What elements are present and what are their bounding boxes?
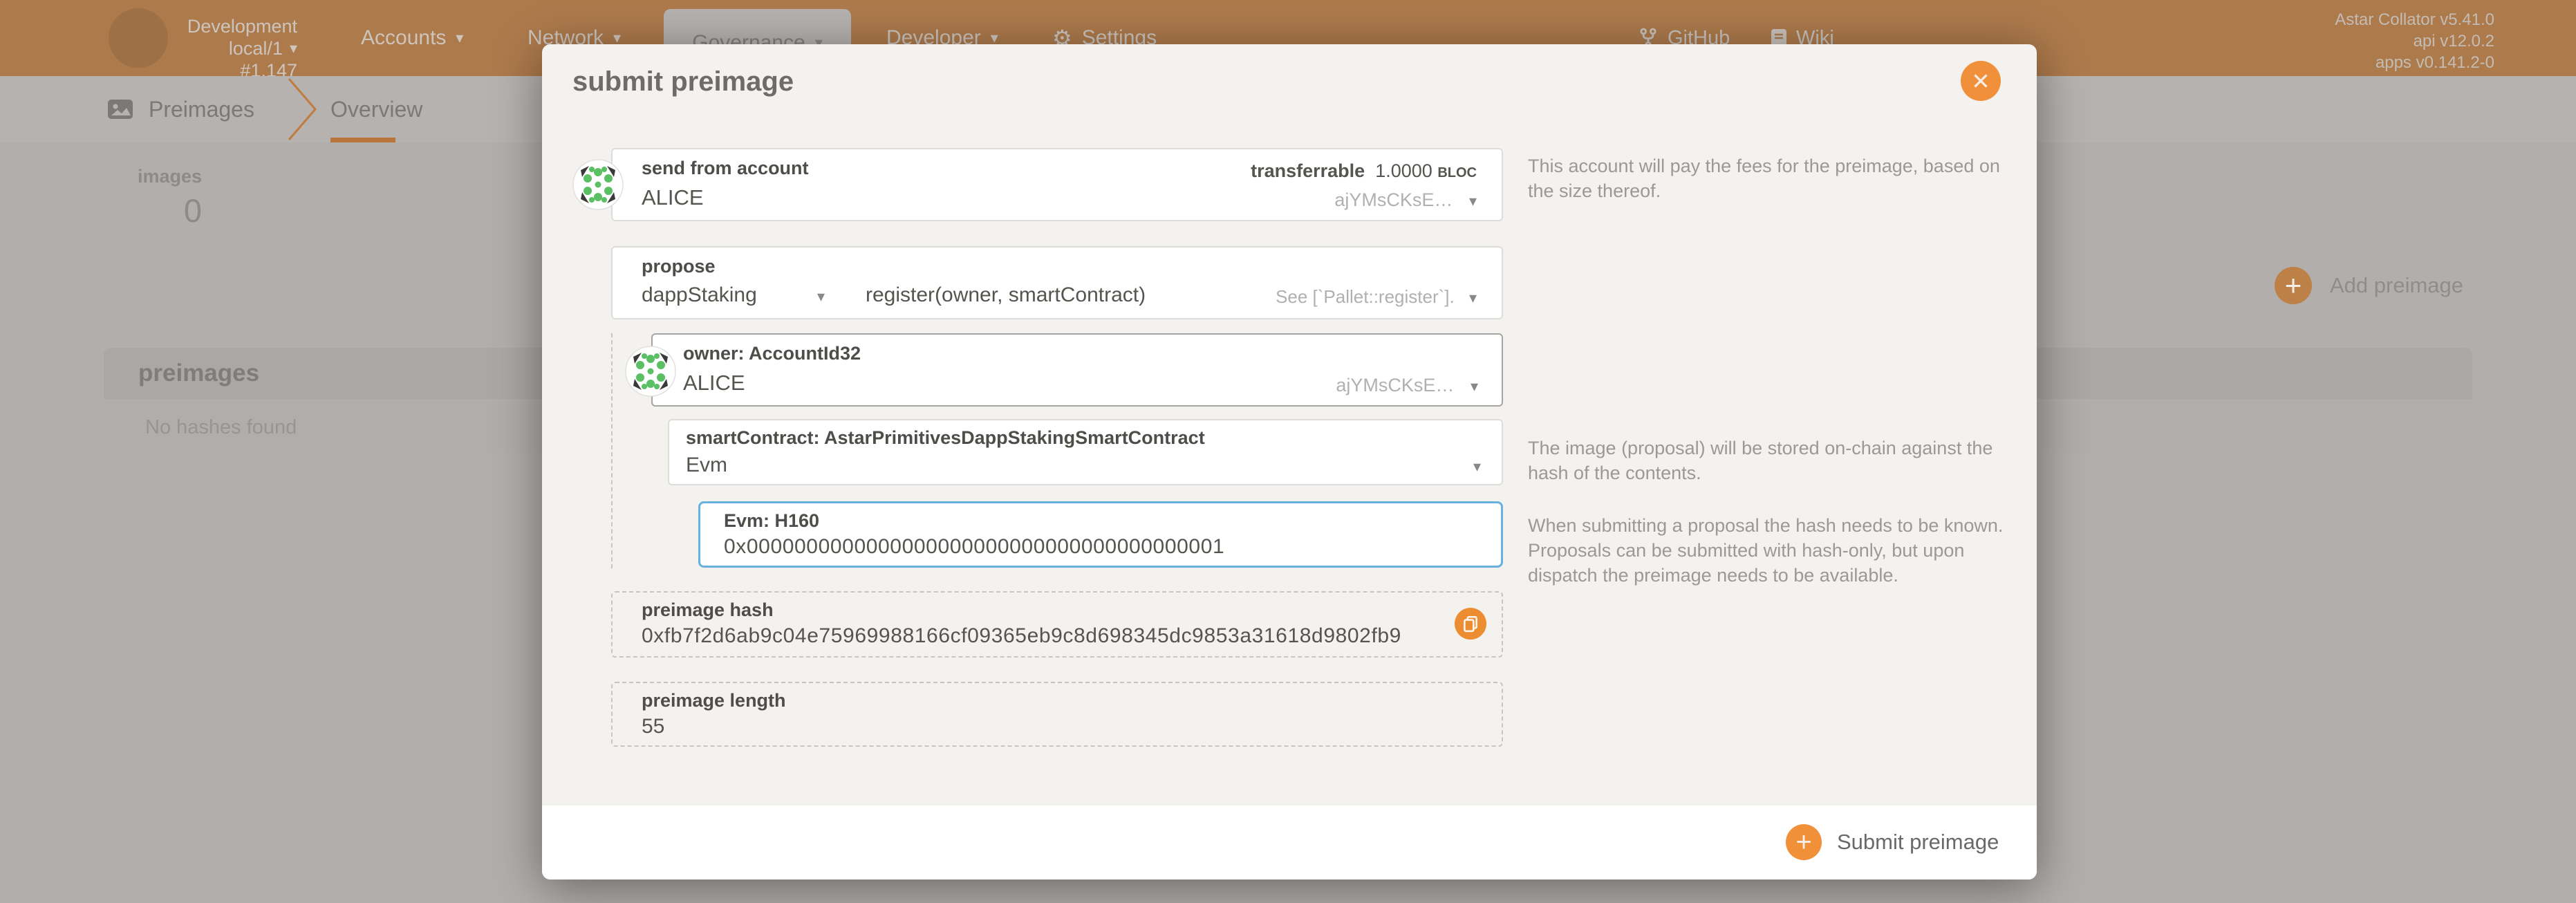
breadcrumb: Preimages — [107, 76, 254, 142]
help-fees: This account will pay the fees for the p… — [1528, 153, 2012, 203]
evm-label: Evm: H160 — [724, 510, 819, 532]
copy-hash-button[interactable] — [1455, 608, 1486, 640]
evm-h160-input[interactable]: Evm: H160 0x0000000000000000000000000000… — [698, 501, 1503, 568]
preimages-table-title: preimages — [138, 360, 259, 387]
images-summary-value: 0 — [184, 192, 202, 230]
modal-footer: + Submit preimage — [542, 806, 2037, 879]
smart-contract-value: Evm — [686, 454, 727, 477]
owner-label: owner: AccountId32 — [683, 343, 861, 364]
images-summary-label: images — [138, 166, 202, 187]
preimage-length-field: preimage length 55 — [611, 682, 1503, 747]
chain-name: Development — [187, 15, 297, 37]
breadcrumb-section-label: Preimages — [149, 97, 254, 122]
empty-text: No hashes found — [145, 416, 297, 439]
collator-version: Astar Collator v5.41.0 — [2335, 9, 2494, 30]
app-root: Development local/1 ▾ #1,147 Accounts ▾ … — [0, 0, 2576, 903]
balance-value: 1.0000 — [1375, 160, 1432, 181]
preimage-hash-value: 0xfb7f2d6ab9c04e75969988166cf09365eb9c8d… — [642, 624, 1401, 648]
send-from-account-select[interactable]: send from account ALICE transferrable 1.… — [611, 148, 1503, 221]
close-icon: ✕ — [1971, 68, 1990, 95]
preimage-length-label: preimage length — [642, 690, 786, 711]
modal-title: submit preimage — [572, 66, 794, 97]
version-info: Astar Collator v5.41.0 api v12.0.2 apps … — [2335, 9, 2494, 73]
chevron-down-icon: ▾ — [1471, 378, 1478, 395]
submit-preimage-modal: submit preimage ✕ send from account ALIC… — [542, 44, 2037, 879]
nav-accounts-label: Accounts — [361, 26, 446, 50]
pallet-select-value: dappStaking — [642, 283, 757, 307]
account-address: ajYMsCKsE… ▾ — [1334, 189, 1477, 211]
owner-identicon — [625, 346, 676, 397]
preimage-hash-field: preimage hash 0xfb7f2d6ab9c04e7596998816… — [611, 591, 1503, 658]
chevron-down-icon: ▾ — [290, 37, 297, 59]
breadcrumb-separator — [286, 77, 319, 141]
chevron-down-icon: ▾ — [1469, 192, 1477, 210]
smart-contract-label: smartContract: AstarPrimitivesDappStakin… — [686, 427, 1205, 449]
propose-extrinsic-select[interactable]: propose dappStaking ▾ register(owner, sm… — [611, 246, 1503, 319]
submit-preimage-label: Submit preimage — [1837, 830, 1999, 855]
add-preimage-button[interactable]: + Add preimage — [2275, 267, 2463, 304]
params-group-edge — [611, 333, 613, 568]
help-stored: The image (proposal) will be stored on-c… — [1528, 436, 2012, 485]
account-address-text: ajYMsCKsE… — [1334, 189, 1453, 210]
owner-account-select[interactable]: owner: AccountId32 ALICE ajYMsCKsE… ▾ — [651, 333, 1503, 407]
balance-label: transferrable — [1251, 160, 1365, 181]
preimage-length-value: 55 — [642, 715, 664, 738]
node-name: local/1 — [229, 37, 283, 59]
send-from-account-label: send from account — [642, 158, 809, 179]
preimages-icon — [107, 98, 133, 120]
method-hint: See [`Pallet::register`]. ▾ — [1276, 286, 1477, 308]
evm-value: 0x00000000000000000000000000000000000000… — [724, 535, 1224, 559]
add-preimage-label: Add preimage — [2330, 273, 2463, 298]
account-identicon — [572, 159, 624, 210]
balance-info: transferrable 1.0000 BLOC — [1251, 160, 1477, 182]
chevron-down-icon: ▾ — [817, 288, 825, 306]
plus-icon: + — [1786, 824, 1822, 860]
help-known: When submitting a proposal the hash need… — [1528, 513, 2012, 588]
propose-label: propose — [642, 256, 716, 277]
method-select-value: register(owner, smartContract) — [866, 283, 1146, 307]
api-version: api v12.0.2 — [2335, 30, 2494, 52]
tab-overview-label: Overview — [330, 97, 422, 122]
astar-logo — [109, 8, 168, 68]
send-from-account-value: ALICE — [642, 185, 704, 210]
chevron-down-icon: ▾ — [1473, 458, 1481, 476]
tab-overview[interactable]: Overview — [330, 76, 422, 142]
active-tab-underline — [330, 138, 395, 142]
close-button[interactable]: ✕ — [1961, 61, 2001, 101]
plus-icon: + — [2275, 267, 2312, 304]
images-summary: images 0 — [104, 166, 202, 230]
method-hint-text: See [`Pallet::register`]. — [1276, 286, 1455, 307]
apps-version: apps v0.141.2-0 — [2335, 52, 2494, 73]
nav-accounts[interactable]: Accounts ▾ — [361, 0, 463, 76]
smart-contract-select[interactable]: smartContract: AstarPrimitivesDappStakin… — [668, 419, 1503, 485]
chain-selector[interactable]: Development local/1 ▾ #1,147 — [169, 15, 297, 82]
owner-address-text: ajYMsCKsE… — [1336, 375, 1454, 395]
owner-address: ajYMsCKsE… ▾ — [1336, 375, 1478, 396]
owner-value: ALICE — [683, 371, 745, 395]
chevron-down-icon: ▾ — [456, 29, 463, 47]
chevron-down-icon: ▾ — [1469, 289, 1477, 306]
submit-preimage-button[interactable]: + Submit preimage — [1786, 824, 1999, 860]
copy-icon — [1462, 615, 1480, 633]
preimage-hash-label: preimage hash — [642, 599, 774, 621]
balance-unit: BLOC — [1437, 165, 1477, 180]
